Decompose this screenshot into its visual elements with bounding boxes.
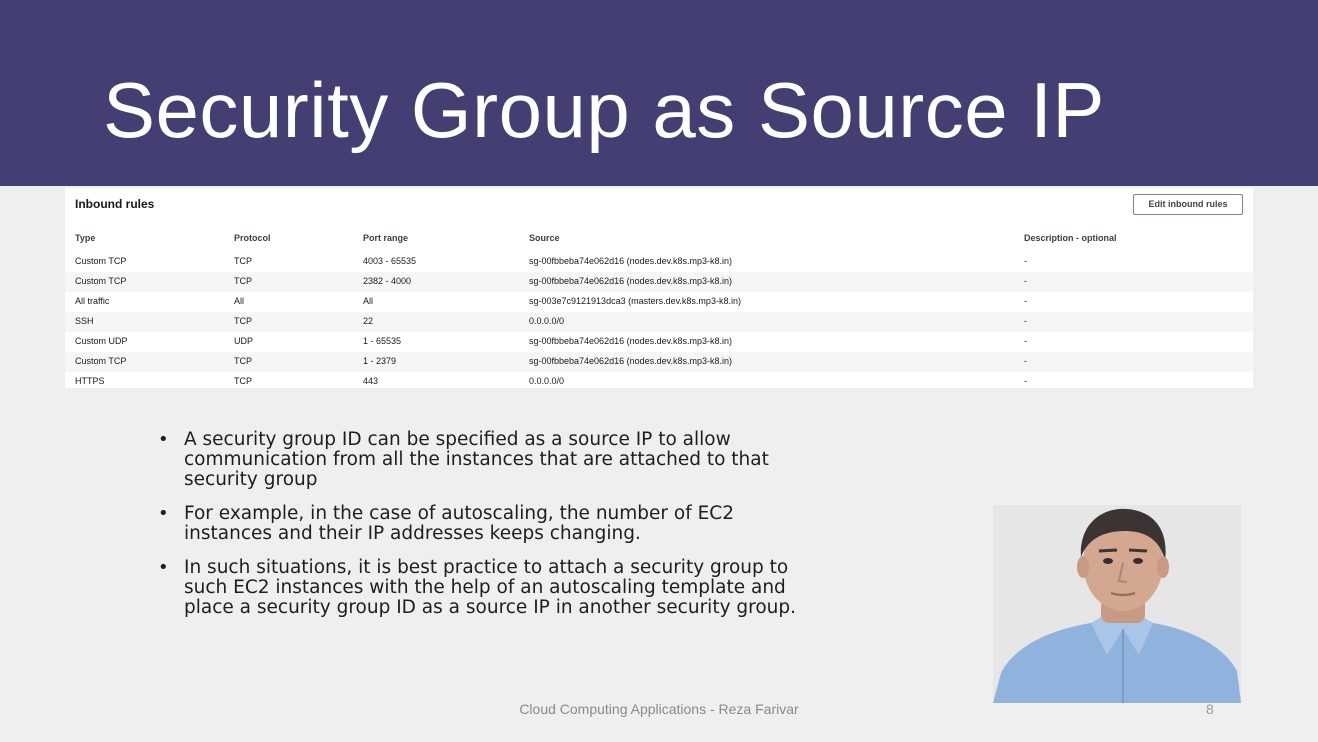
- bullet-line: For example, in the case of autoscaling,…: [184, 503, 734, 524]
- cell-protocol: TCP: [234, 376, 252, 386]
- bullet-item: • In such situations, it is best practic…: [158, 558, 858, 618]
- cell-protocol: TCP: [234, 316, 252, 326]
- cell-description: -: [1024, 276, 1027, 286]
- cell-type: Custom TCP: [75, 256, 127, 266]
- cell-protocol: TCP: [234, 256, 252, 266]
- slide-footer: Cloud Computing Applications - Reza Fari…: [519, 701, 799, 717]
- cell-type: Custom TCP: [75, 276, 127, 286]
- column-header-protocol[interactable]: Protocol: [234, 233, 271, 243]
- cell-source: 0.0.0.0/0: [529, 376, 565, 386]
- slide-header: Security Group as Source IP: [0, 0, 1318, 186]
- cell-port-range: 22: [363, 316, 374, 326]
- bullet-list: • A security group ID can be specified a…: [158, 430, 858, 632]
- table-row: Custom UDP UDP 1 - 65535 sg-00fbbeba74e0…: [65, 332, 1253, 352]
- bullet-line: communication from all the instances tha…: [184, 449, 769, 470]
- cell-protocol: All: [234, 296, 245, 306]
- cell-port-range: 443: [363, 376, 379, 386]
- cell-description: -: [1024, 296, 1027, 306]
- column-header-description[interactable]: Description - optional: [1024, 233, 1117, 243]
- bullet-line: security group: [184, 469, 318, 490]
- cell-description: -: [1024, 316, 1027, 326]
- cell-port-range: 4003 - 65535: [363, 256, 417, 266]
- cell-protocol: TCP: [234, 276, 252, 286]
- bullet-marker: •: [158, 429, 169, 450]
- cell-description: -: [1024, 256, 1027, 266]
- cell-source: sg-00fbbeba74e062d16 (nodes.dev.k8s.mp3-…: [529, 336, 732, 346]
- column-header-port-range[interactable]: Port range: [363, 233, 408, 243]
- bullet-line: A security group ID can be specified as …: [184, 429, 731, 450]
- cell-type: Custom TCP: [75, 356, 127, 366]
- bullet-item: • For example, in the case of autoscalin…: [158, 504, 858, 544]
- bullet-line: instances and their IP addresses keeps c…: [184, 523, 641, 544]
- cell-source: sg-00fbbeba74e062d16 (nodes.dev.k8s.mp3-…: [529, 356, 732, 366]
- bullet-line: such EC2 instances with the help of an a…: [184, 577, 786, 598]
- presenter-video: [993, 505, 1241, 703]
- column-header-type[interactable]: Type: [75, 233, 95, 243]
- cell-port-range: 2382 - 4000: [363, 276, 412, 286]
- cell-description: -: [1024, 356, 1027, 366]
- page-number: 8: [1206, 701, 1214, 717]
- cell-source: sg-00fbbeba74e062d16 (nodes.dev.k8s.mp3-…: [529, 256, 732, 266]
- cell-type: Custom UDP: [75, 336, 128, 346]
- cell-protocol: UDP: [234, 336, 254, 346]
- bullet-marker: •: [158, 503, 169, 524]
- cell-source: sg-003e7c9121913dca3 (masters.dev.k8s.mp…: [529, 296, 741, 306]
- cell-description: -: [1024, 376, 1027, 386]
- cell-type: SSH: [75, 316, 94, 326]
- cell-port-range: 1 - 65535: [363, 336, 402, 346]
- slide-title: Security Group as Source IP: [103, 66, 1105, 154]
- bullet-line: place a security group ID as a source IP…: [184, 597, 797, 618]
- table-row: Custom TCP TCP 4003 - 65535 sg-00fbbeba7…: [65, 252, 1253, 272]
- edit-inbound-rules-button[interactable]: Edit inbound rules: [1133, 194, 1243, 215]
- cell-protocol: TCP: [234, 356, 252, 366]
- table-row: Custom TCP TCP 2382 - 4000 sg-00fbbeba74…: [65, 272, 1253, 292]
- bullet-line: In such situations, it is best practice …: [184, 557, 789, 578]
- cell-source: 0.0.0.0/0: [529, 316, 565, 326]
- table-row: All traffic All All sg-003e7c9121913dca3…: [65, 292, 1253, 312]
- cell-type: All traffic: [75, 296, 110, 306]
- bullet-item: • A security group ID can be specified a…: [158, 430, 858, 490]
- cell-source: sg-00fbbeba74e062d16 (nodes.dev.k8s.mp3-…: [529, 276, 732, 286]
- table-row: SSH TCP 22 0.0.0.0/0 -: [65, 312, 1253, 332]
- cell-description: -: [1024, 336, 1027, 346]
- inbound-rules-panel: Inbound rules Edit inbound rules Type Pr…: [65, 188, 1253, 388]
- bullet-marker: •: [158, 557, 169, 578]
- table-row: Custom TCP TCP 1 - 2379 sg-00fbbeba74e06…: [65, 352, 1253, 372]
- cell-type: HTTPS: [75, 376, 105, 386]
- cell-port-range: 1 - 2379: [363, 356, 397, 366]
- cell-port-range: All: [363, 296, 374, 306]
- presenter-figure: [993, 505, 1241, 703]
- column-header-source[interactable]: Source: [529, 233, 560, 243]
- inbound-rules-heading: Inbound rules: [75, 197, 155, 211]
- table-row: HTTPS TCP 443 0.0.0.0/0 -: [65, 372, 1253, 392]
